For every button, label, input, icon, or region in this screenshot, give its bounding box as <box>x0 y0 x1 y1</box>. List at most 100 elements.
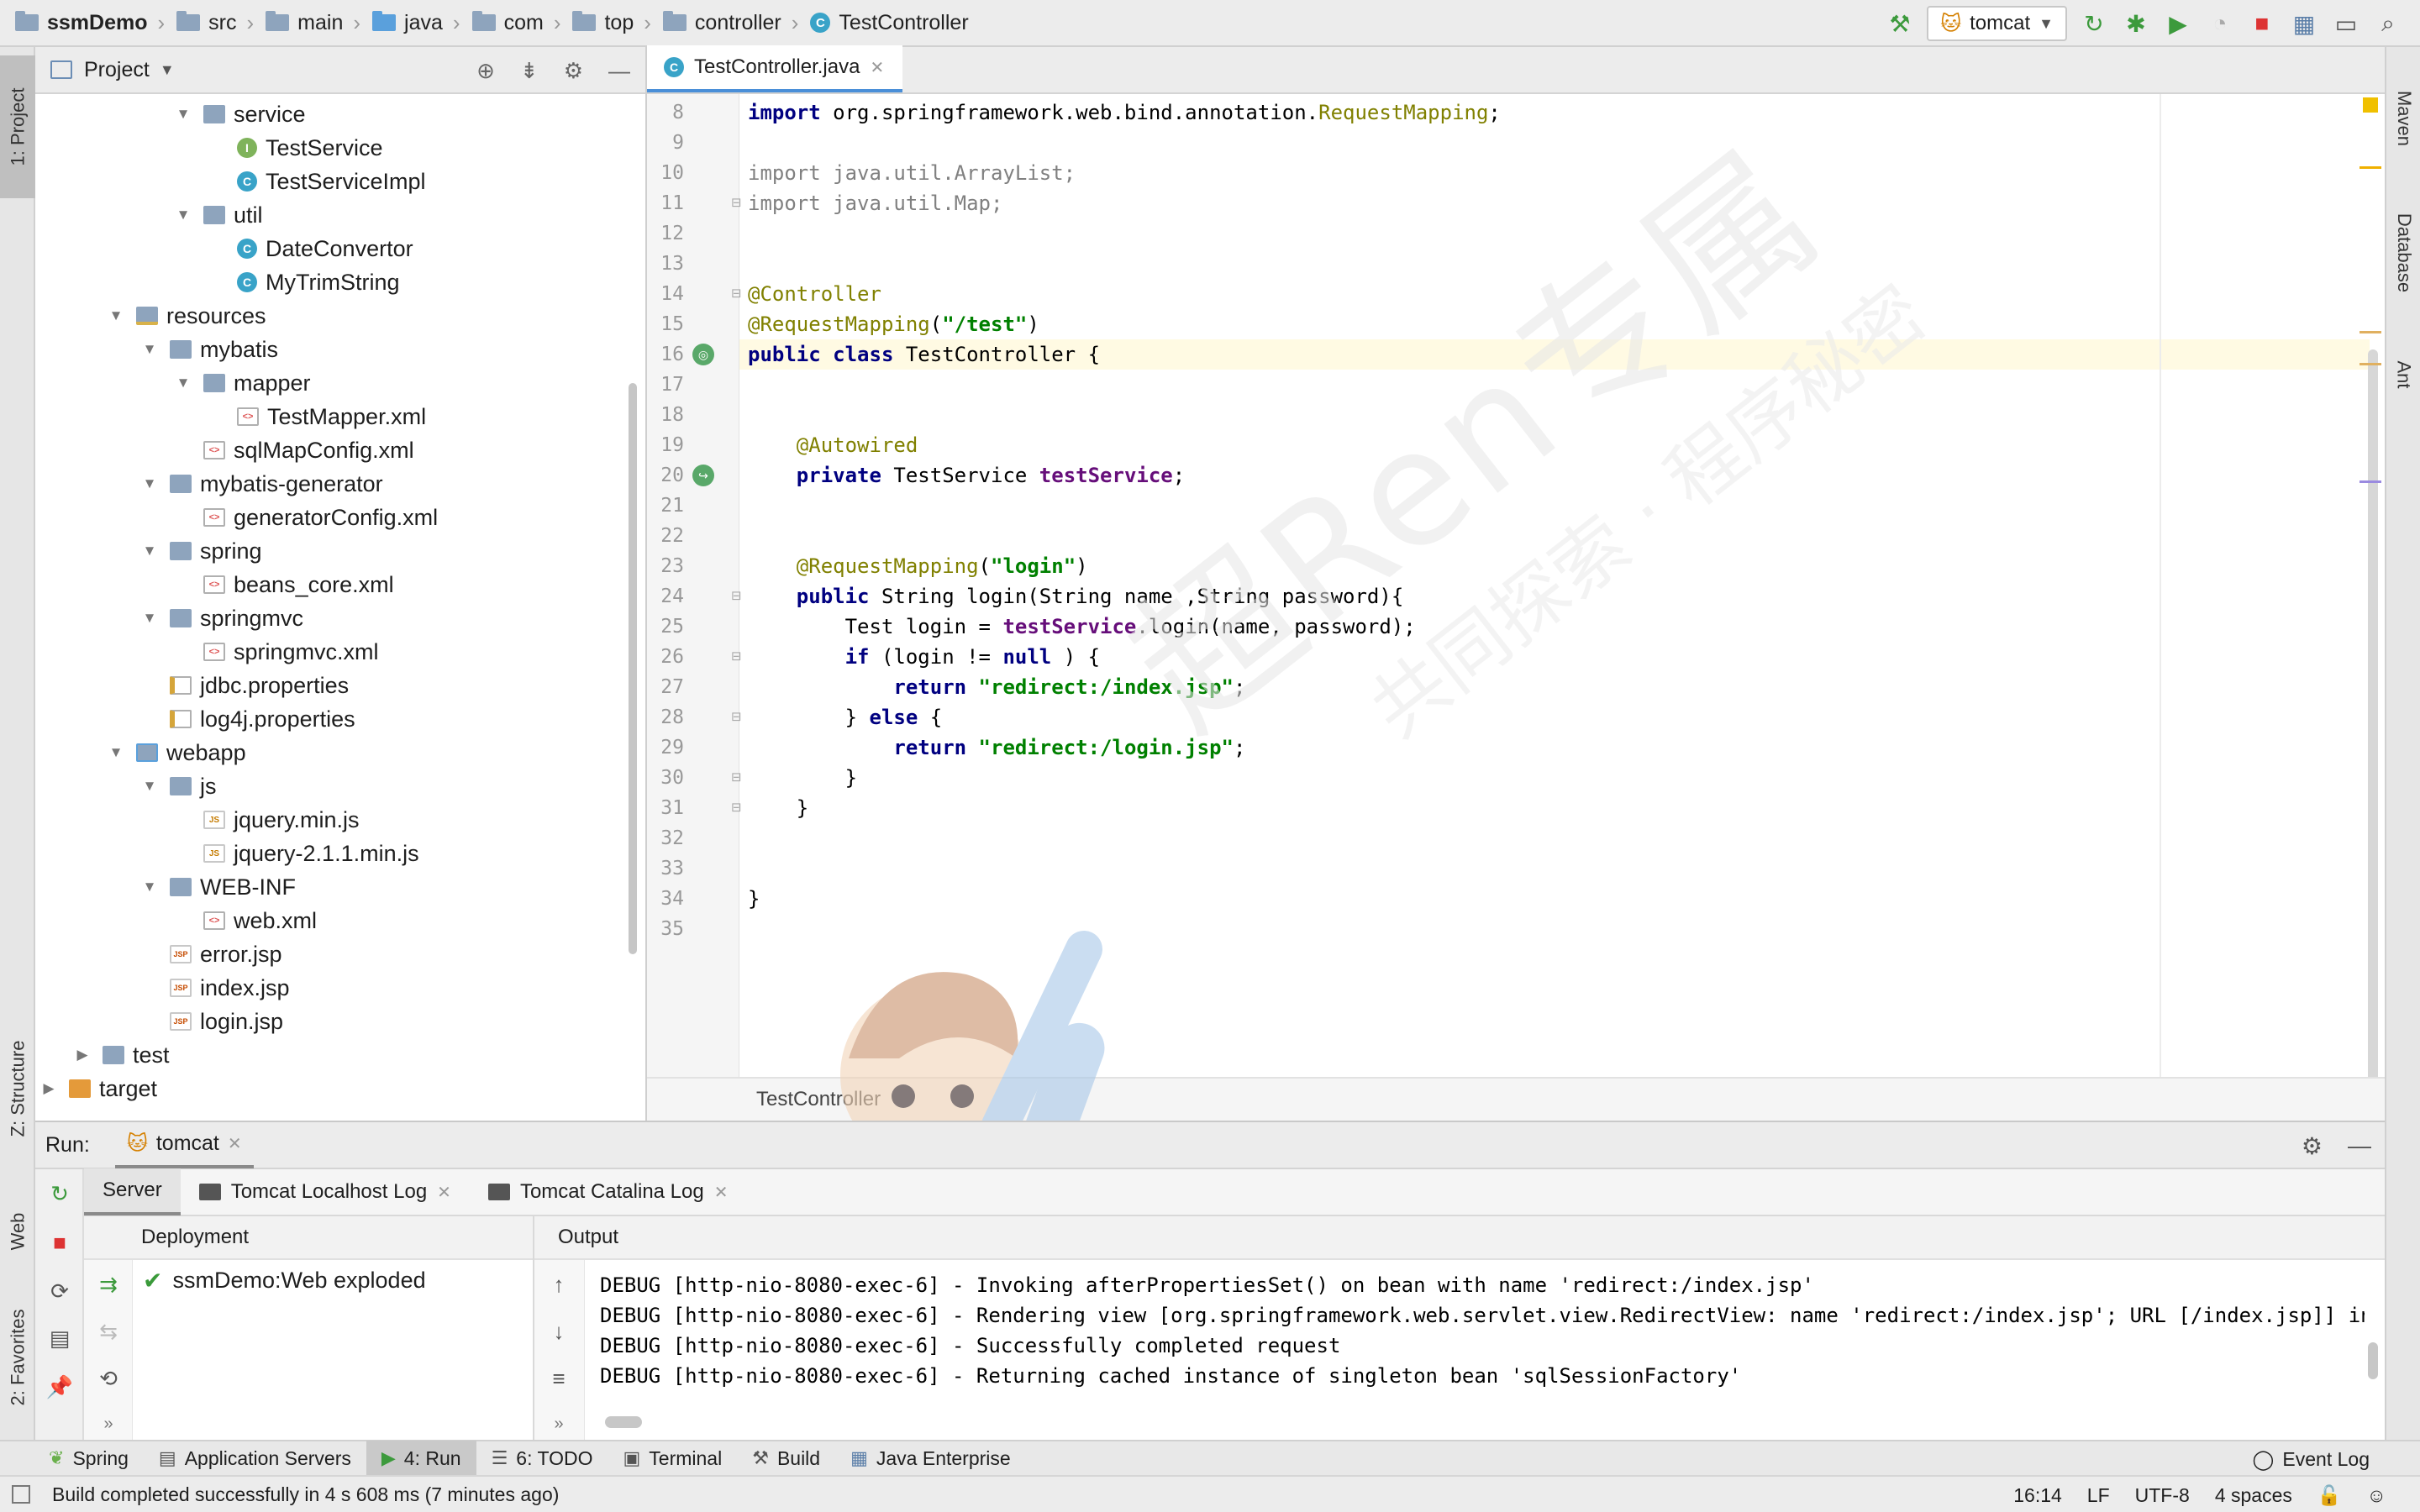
error-stripe-mark[interactable] <box>2360 363 2381 365</box>
tree-item[interactable]: ▶ test <box>72 1038 169 1072</box>
tree-item[interactable]: ▼ util <box>173 198 263 232</box>
collapse-all-icon[interactable]: ⇟ <box>520 58 539 84</box>
breadcrumb-top[interactable]: top › <box>572 0 662 45</box>
tree-item[interactable]: ▼ webapp <box>106 736 246 769</box>
code-line[interactable] <box>739 823 2370 853</box>
soft-wrap-icon[interactable]: ≡ <box>546 1366 571 1391</box>
code-line[interactable] <box>739 128 2370 158</box>
breadcrumb-java[interactable]: java › <box>372 0 472 45</box>
breadcrumb-com[interactable]: com › <box>471 0 573 45</box>
chevron-right-icon[interactable]: ▶ <box>72 1047 92 1063</box>
chevron-down-icon[interactable]: ▼ <box>139 778 160 795</box>
line-separator[interactable]: LF <box>2087 1484 2110 1507</box>
tree-item[interactable]: ▼ mybatis <box>139 333 278 366</box>
tree-item[interactable]: jdbc.properties <box>139 669 349 702</box>
project-view-select[interactable]: Project <box>84 58 150 82</box>
chevron-down-icon[interactable]: ▼ <box>106 744 126 761</box>
stop-icon[interactable]: ■ <box>47 1230 72 1255</box>
project-structure-icon[interactable]: ▦ <box>2289 8 2319 39</box>
tool-java-enterprise[interactable]: ▦ Java Enterprise <box>835 1441 1026 1476</box>
breadcrumb-testcontroller[interactable]: C TestController <box>810 0 973 45</box>
breadcrumb-project[interactable]: ssmDemo › <box>15 0 176 45</box>
chevron-down-icon[interactable]: ▼ <box>173 207 193 223</box>
code-line[interactable]: Test login = testService.login(name, pas… <box>739 612 2370 642</box>
code-area[interactable]: import org.springframework.web.bind.anno… <box>739 94 2370 1077</box>
code-line[interactable]: if (login != null ) { <box>739 642 2370 672</box>
horizontal-scrollbar[interactable] <box>605 1416 642 1428</box>
tree-item[interactable]: C MyTrimString <box>207 265 400 299</box>
code-line[interactable]: } else { <box>739 702 2370 732</box>
tree-item[interactable]: <> springmvc.xml <box>173 635 379 669</box>
code-line[interactable]: } <box>739 763 2370 793</box>
subtab-catalina-log[interactable]: Tomcat Catalina Log ✕ <box>470 1168 747 1215</box>
vertical-scrollbar[interactable] <box>2368 1342 2378 1379</box>
close-icon[interactable]: ✕ <box>714 1182 729 1203</box>
tool-tab-structure[interactable]: Z: Structure <box>0 1005 35 1173</box>
subtab-localhost-log[interactable]: Tomcat Localhost Log ✕ <box>181 1168 470 1215</box>
code-line[interactable]: } <box>739 884 2370 914</box>
file-encoding[interactable]: UTF-8 <box>2135 1484 2190 1507</box>
error-stripe-mark[interactable] <box>2360 166 2381 169</box>
code-line[interactable] <box>739 914 2370 944</box>
rerun-icon[interactable]: ↻ <box>2079 8 2109 39</box>
code-line[interactable] <box>739 249 2370 279</box>
tool-todo[interactable]: ☰ 6: TODO <box>476 1441 608 1476</box>
indent-setting[interactable]: 4 spaces <box>2215 1484 2292 1507</box>
error-stripe-mark[interactable] <box>2360 331 2381 333</box>
tree-item[interactable]: ▼ service <box>173 97 306 131</box>
code-line[interactable]: @Autowired <box>739 430 2370 460</box>
code-line[interactable] <box>739 218 2370 249</box>
code-line[interactable]: @RequestMapping("login") <box>739 551 2370 581</box>
more-icon[interactable]: » <box>546 1411 571 1436</box>
arrow-up-icon[interactable]: ↑ <box>546 1272 571 1297</box>
code-line[interactable]: @Controller <box>739 279 2370 309</box>
profile-icon[interactable]: ◔ <box>2205 8 2235 39</box>
arrow-down-icon[interactable]: ↓ <box>546 1319 571 1344</box>
code-line[interactable]: private TestService testService; <box>739 460 2370 491</box>
code-line[interactable] <box>739 491 2370 521</box>
build-hammer-icon[interactable]: ⚒ <box>1885 8 1915 39</box>
pin-icon[interactable]: 📌 <box>46 1374 73 1399</box>
code-line[interactable]: import org.springframework.web.bind.anno… <box>739 97 2370 128</box>
update-app-icon[interactable]: ⟳ <box>47 1278 72 1304</box>
code-line[interactable]: return "redirect:/index.jsp"; <box>739 672 2370 702</box>
toggle-tool-windows-icon[interactable] <box>12 1485 30 1504</box>
chevron-down-icon[interactable]: ▼ <box>139 543 160 559</box>
editor-breadcrumb[interactable]: TestController <box>647 1077 2385 1121</box>
tool-tab-favorites[interactable]: 2: Favorites <box>0 1282 35 1433</box>
code-line[interactable] <box>739 400 2370 430</box>
close-icon[interactable]: ✕ <box>437 1182 451 1203</box>
tool-event-log[interactable]: ◯ Event Log <box>2253 1441 2370 1477</box>
undeploy-icon[interactable]: ⇆ <box>96 1319 121 1344</box>
rerun-icon[interactable]: ↻ <box>47 1181 72 1206</box>
editor-scrollbar[interactable] <box>2368 349 2378 1122</box>
breadcrumb-controller[interactable]: controller › <box>662 0 811 45</box>
tree-item[interactable]: I TestService <box>207 131 383 165</box>
tree-item[interactable]: <> sqlMapConfig.xml <box>173 433 414 467</box>
tree-item[interactable]: log4j.properties <box>139 702 355 736</box>
tool-tab-web[interactable]: Web <box>0 1189 35 1273</box>
tool-tab-ant[interactable]: Ant <box>2386 333 2420 417</box>
tool-terminal[interactable]: ▣ Terminal <box>608 1441 737 1476</box>
tree-item[interactable]: JSP index.jsp <box>139 971 290 1005</box>
tree-item[interactable]: ▼ mapper <box>173 366 311 400</box>
tree-item[interactable]: ▼ mybatis-generator <box>139 467 383 501</box>
code-line[interactable]: return "redirect:/login.jsp"; <box>739 732 2370 763</box>
tree-item[interactable]: ▶ target <box>39 1072 157 1105</box>
terminal-window-icon[interactable]: ▭ <box>2331 8 2361 39</box>
tree-item[interactable]: C TestServiceImpl <box>207 165 426 198</box>
code-line[interactable]: @RequestMapping("/test") <box>739 309 2370 339</box>
minimize-icon[interactable]: — <box>608 58 630 84</box>
gear-icon[interactable]: ⚙ <box>564 58 583 84</box>
code-line[interactable]: import java.util.ArrayList; <box>739 158 2370 188</box>
breadcrumb-main[interactable]: main › <box>266 0 372 45</box>
code-line[interactable] <box>739 853 2370 884</box>
subtab-server[interactable]: Server <box>84 1168 181 1215</box>
code-line[interactable]: } <box>739 793 2370 823</box>
tool-build[interactable]: ⚒ Build <box>737 1441 835 1476</box>
spring-bean-icon[interactable]: ◎ <box>692 344 714 365</box>
close-icon[interactable]: ✕ <box>228 1133 242 1154</box>
debug-icon[interactable]: ✱ <box>2121 8 2151 39</box>
tree-scrollbar[interactable] <box>629 383 637 954</box>
tree-item[interactable]: <> generatorConfig.xml <box>173 501 438 534</box>
